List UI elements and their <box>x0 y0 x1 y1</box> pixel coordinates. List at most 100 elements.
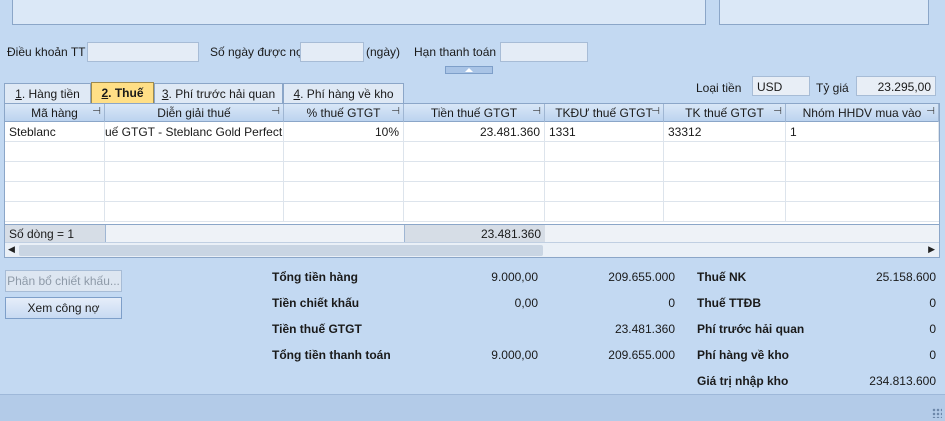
empty-cell <box>664 202 786 222</box>
column-header-tien-thue[interactable]: Tiền thuế GTGT ⊣ <box>404 104 545 122</box>
tax-grid: Mã hàng ⊣ Diễn giải thuế ⊣ % thuế GTGT ⊣ Ti… <box>4 103 940 258</box>
panel-expand-button[interactable] <box>445 66 493 74</box>
tien-thue-gtgt-vnd: 23.481.360 <box>614 322 675 336</box>
gia-tri-nhap-kho-value: 234.813.600 <box>869 374 936 388</box>
pin-icon[interactable]: ⊣ <box>773 106 782 117</box>
cell-phan-tram-thue[interactable]: 10% <box>284 122 404 142</box>
column-header-ma-hang[interactable]: Mã hàng ⊣ <box>5 104 105 122</box>
pin-icon[interactable]: ⊣ <box>271 106 280 117</box>
thue-nk-label: Thuế NK <box>697 270 747 284</box>
cell-nhom-hhdv[interactable]: 1 <box>786 122 939 142</box>
cell-tk-thue[interactable]: 33312 <box>664 122 786 142</box>
empty-cell <box>545 182 664 202</box>
table-row[interactable]: Steblanc uế GTGT - Steblanc Gold Perfect… <box>5 122 939 142</box>
cell-ma-hang[interactable]: Steblanc <box>5 122 105 142</box>
column-header-phan-tram-thue[interactable]: % thuế GTGT ⊣ <box>284 104 404 122</box>
tab-thue[interactable]: 2. Thuế <box>91 82 154 103</box>
tab-hang-tien-label: . Hàng tiền <box>21 87 80 101</box>
empty-cell <box>664 142 786 162</box>
empty-cell <box>105 182 284 202</box>
grid-footer: Số dòng = 1 23.481.360 <box>5 224 939 242</box>
tong-tien-hang-label: Tổng tiền hàng <box>272 270 358 284</box>
empty-cell <box>404 182 545 202</box>
han-thanh-toan-label: Hạn thanh toán <box>414 45 497 59</box>
column-header-tk-thue[interactable]: TK thuế GTGT ⊣ <box>664 104 786 122</box>
so-ngay-label: Số ngày được nợ <box>210 45 304 59</box>
empty-cell <box>5 142 105 162</box>
loai-tien-label: Loại tiền <box>696 81 742 95</box>
grid-header: Mã hàng ⊣ Diễn giải thuế ⊣ % thuế GTGT ⊣ Ti… <box>5 104 939 122</box>
tien-chiet-khau-vnd: 0 <box>668 296 675 310</box>
horizontal-scrollbar[interactable]: ◀ ▶ <box>5 242 939 257</box>
empty-cell <box>5 202 105 222</box>
table-row-empty[interactable] <box>5 202 939 222</box>
dieu-khoan-input[interactable] <box>87 42 199 62</box>
empty-cell <box>404 162 545 182</box>
status-bar <box>0 394 945 421</box>
pin-icon[interactable]: ⊣ <box>391 106 400 117</box>
table-row-empty[interactable] <box>5 142 939 162</box>
column-header-ma-hang-label: Mã hàng <box>31 106 78 120</box>
column-header-tk-thue-label: TK thuế GTGT <box>685 106 764 120</box>
empty-cell <box>284 202 404 222</box>
tab-thue-label: . Thuế <box>108 86 144 100</box>
pin-icon[interactable]: ⊣ <box>651 106 660 117</box>
tong-tien-hang-vnd: 209.655.000 <box>608 270 675 284</box>
column-header-phan-tram-thue-label: % thuế GTGT <box>306 106 381 120</box>
column-header-tkdu-thue[interactable]: TKĐƯ thuế GTGT ⊣ <box>545 104 664 122</box>
phan-bo-chiet-khau-button[interactable]: Phân bổ chiết khấu... <box>5 270 122 292</box>
empty-cell <box>284 142 404 162</box>
empty-cell <box>5 182 105 202</box>
phi-truoc-hai-quan-label: Phí trước hải quan <box>697 322 805 336</box>
column-header-dien-giai[interactable]: Diễn giải thuế ⊣ <box>105 104 284 122</box>
chevron-up-icon <box>465 68 473 72</box>
tong-tien-thanh-toan-label: Tổng tiền thanh toán <box>272 348 391 362</box>
empty-cell <box>404 142 545 162</box>
loai-tien-field[interactable]: USD <box>752 76 810 96</box>
thue-ttdb-label: Thuế TTĐB <box>697 296 761 310</box>
han-thanh-toan-input[interactable] <box>500 42 588 62</box>
pin-icon[interactable]: ⊣ <box>92 106 101 117</box>
cell-dien-giai[interactable]: uế GTGT - Steblanc Gold Perfectio <box>105 122 284 142</box>
thue-nk-value: 25.158.600 <box>875 270 936 284</box>
cell-tkdu-thue[interactable]: 1331 <box>545 122 664 142</box>
xem-cong-no-button[interactable]: Xem công nợ <box>5 297 122 319</box>
tab-hang-tien[interactable]: 1. Hàng tiền <box>4 83 91 103</box>
resize-grip-icon[interactable] <box>932 408 942 418</box>
pin-icon[interactable]: ⊣ <box>926 106 935 117</box>
footer-spacer <box>105 225 404 242</box>
empty-cell <box>545 162 664 182</box>
footer-total-tien-thue: 23.481.360 <box>404 225 545 242</box>
cell-tien-thue[interactable]: 23.481.360 <box>404 122 545 142</box>
column-header-nhom-hhdv[interactable]: Nhóm HHDV mua vào ⊣ <box>786 104 939 122</box>
column-header-tkdu-thue-label: TKĐƯ thuế GTGT <box>555 106 653 120</box>
tien-chiet-khau-usd: 0,00 <box>514 296 538 310</box>
column-header-nhom-hhdv-label: Nhóm HHDV mua vào <box>802 106 922 120</box>
arrow-left-icon[interactable]: ◀ <box>8 244 15 255</box>
table-row-empty[interactable] <box>5 162 939 182</box>
arrow-right-icon[interactable]: ▶ <box>928 244 935 255</box>
so-ngay-input[interactable] <box>300 42 364 62</box>
tab-phi-truoc-hai-quan[interactable]: 3. Phí trước hải quan <box>154 83 283 103</box>
scrollbar-thumb[interactable] <box>19 245 543 256</box>
row-count: Số dòng = 1 <box>5 225 105 242</box>
tong-tien-thanh-toan-vnd: 209.655.000 <box>608 348 675 362</box>
tab-phi-truoc-hai-quan-key: 3 <box>161 87 169 101</box>
tong-tien-thanh-toan-usd: 9.000,00 <box>491 348 538 362</box>
phi-hang-ve-kho-value: 0 <box>929 348 936 362</box>
tab-phi-hang-ve-kho[interactable]: 4. Phí hàng về kho <box>283 83 404 103</box>
column-header-dien-giai-label: Diễn giải thuế <box>157 106 231 120</box>
tien-chiet-khau-label: Tiền chiết khấu <box>272 296 360 310</box>
empty-cell <box>105 162 284 182</box>
empty-cell <box>545 202 664 222</box>
ty-gia-label: Tỷ giá <box>816 81 849 95</box>
empty-cell <box>664 182 786 202</box>
column-header-tien-thue-label: Tiền thuế GTGT <box>430 106 518 120</box>
table-row-empty[interactable] <box>5 182 939 202</box>
phi-hang-ve-kho-label: Phí hàng về kho <box>697 348 790 362</box>
dieu-khoan-label: Điều khoản TT <box>7 45 86 59</box>
empty-cell <box>105 142 284 162</box>
tab-hang-tien-key: 1 <box>15 87 22 101</box>
pin-icon[interactable]: ⊣ <box>532 106 541 117</box>
ty-gia-field[interactable]: 23.295,00 <box>856 76 936 96</box>
